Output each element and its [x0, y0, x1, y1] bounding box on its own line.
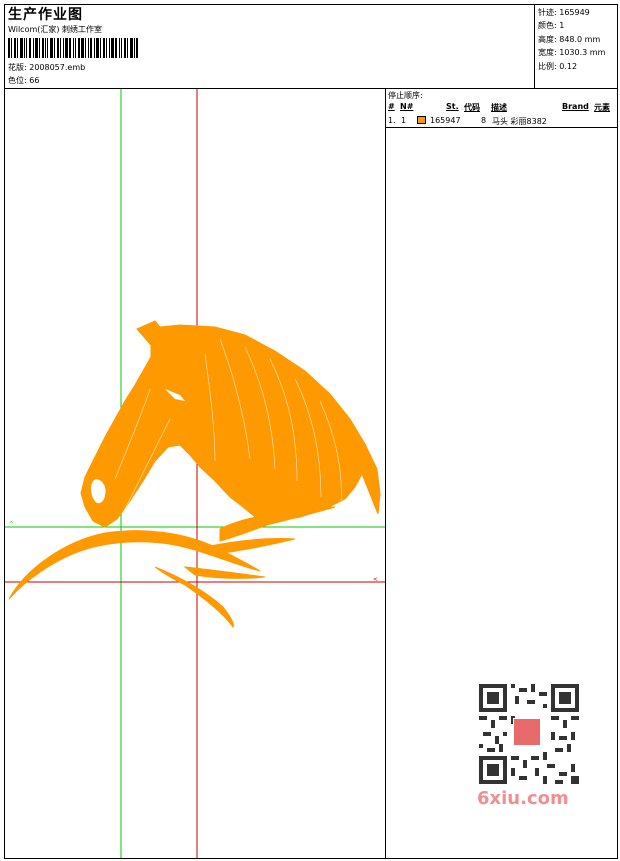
col-stitches: St. — [446, 102, 459, 111]
table-divider — [386, 127, 618, 128]
qr-center-logo — [513, 718, 541, 746]
col-index: # — [388, 102, 395, 111]
row-needle: 1 — [401, 116, 407, 125]
design-info-panel: 针迹: 165949 颜色: 1 高度: 848.0 mm 宽度: 1030.3… — [538, 6, 605, 73]
barcode — [8, 38, 138, 58]
canvas-divider — [385, 88, 386, 859]
thread-color-swatch — [417, 116, 426, 124]
design-preview-canvas: ^ < — [5, 89, 385, 858]
design-width: 宽度: 1030.3 mm — [538, 48, 606, 58]
studio-subtitle: Wilcom(汇家) 刺绣工作室 — [8, 25, 103, 34]
col-element: 元素 — [594, 103, 610, 112]
col-code: 代码 — [464, 103, 480, 112]
watermark-text: 6xiu.com — [477, 788, 569, 809]
col-description: 描述 — [491, 103, 507, 112]
page-title: 生产作业图 — [8, 7, 83, 23]
design-scale: 比例: 0.12 — [538, 61, 578, 71]
row-code: 8 — [481, 116, 487, 125]
row-description: 马头 彩丽8382 — [492, 117, 547, 126]
design-height: 高度: 848.0 mm — [538, 34, 601, 44]
stitch-count: 针迹: 165949 — [538, 8, 590, 17]
design-file-label: 花版: 2008057.emb — [8, 63, 86, 72]
col-needle: N# — [400, 102, 414, 111]
stop-sequence-title: 停止顺序: — [388, 91, 423, 100]
svg-text:^: ^ — [9, 521, 14, 528]
row-stitches: 165947 — [430, 116, 461, 125]
color-count-label: 色位: 66 — [8, 76, 40, 85]
info-divider — [534, 4, 535, 88]
qr-watermark: 6xiu.com — [471, 680, 585, 812]
color-count: 颜色: 1 — [538, 21, 565, 31]
stop-sequence-header: # N# St. 代码 描述 Brand 元素 — [386, 101, 617, 114]
svg-text:<: < — [373, 576, 378, 583]
col-brand: Brand — [562, 102, 589, 111]
row-index: 1. — [388, 116, 396, 125]
horse-head-embroidery — [8, 320, 381, 628]
table-row: 1. 1 165947 8 马头 彩丽8382 — [386, 115, 617, 127]
